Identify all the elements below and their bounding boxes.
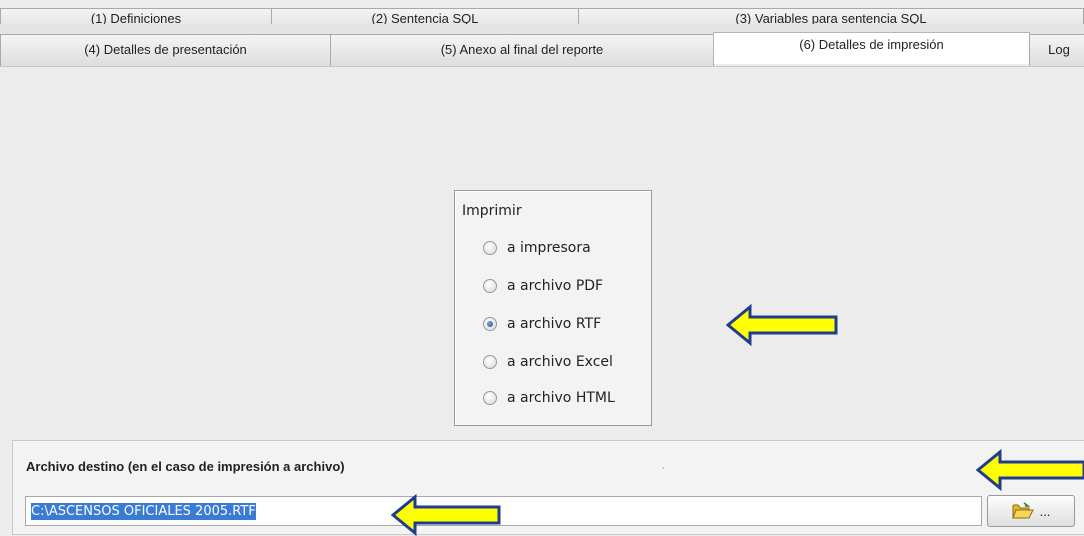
radio-archivo-pdf[interactable]: a archivo PDF [483, 275, 603, 297]
radio-button[interactable] [483, 391, 497, 405]
radio-archivo-rtf[interactable]: a archivo RTF [483, 313, 601, 335]
radio-archivo-excel[interactable]: a archivo Excel [483, 351, 613, 373]
tab-detalles-presentacion[interactable]: (4) Detalles de presentación [0, 34, 331, 66]
radio-button-selected[interactable] [483, 317, 497, 331]
tab-definiciones[interactable]: (1) Definiciones [0, 8, 272, 24]
radio-label: a archivo PDF [507, 278, 604, 294]
tab-label: (6) Detalles de impresión [799, 37, 944, 52]
radio-button[interactable] [483, 355, 497, 369]
tab-label: (2) Sentencia SQL [371, 11, 479, 24]
tab-label: (5) Anexo al final del reporte [440, 42, 604, 57]
tab-detalles-impresion[interactable]: (6) Detalles de impresión [713, 32, 1030, 64]
radio-archivo-html[interactable]: a archivo HTML [483, 387, 615, 409]
radio-button[interactable] [483, 279, 497, 293]
destination-label: Archivo destino (en el caso de impresión… [26, 459, 345, 474]
open-folder-icon [1011, 502, 1034, 519]
tab-label: (1) Definiciones [90, 11, 182, 24]
destination-file-input[interactable]: C:\ASCENSOS OFICIALES 2005.RTF [25, 496, 982, 526]
tab-anexo-final[interactable]: (5) Anexo al final del reporte [330, 34, 714, 66]
arrow-left-icon [391, 494, 501, 536]
radio-label: a archivo Excel [507, 354, 613, 370]
radio-label: a archivo RTF [507, 316, 602, 332]
destination-file-value: C:\ASCENSOS OFICIALES 2005.RTF [31, 502, 256, 520]
tab-log[interactable]: Log [1029, 34, 1084, 66]
tab-variables-sql[interactable]: (3) Variables para sentencia SQL [578, 8, 1084, 24]
tab-sentencia-sql[interactable]: (2) Sentencia SQL [271, 8, 579, 24]
radio-impresora[interactable]: a impresora [483, 237, 591, 259]
artifact-dot [662, 467, 664, 469]
tab-label: Log [1048, 42, 1070, 57]
tab-label: (3) Variables para sentencia SQL [735, 11, 927, 24]
browse-button[interactable]: ... [987, 495, 1075, 527]
arrow-left-icon [976, 449, 1084, 491]
tab-row-top: (1) Definiciones (2) Sentencia SQL (3) V… [0, 8, 1084, 24]
print-options-group: Imprimir a impresora a archivo PDF a arc… [454, 190, 652, 426]
print-group-title: Imprimir [462, 203, 522, 219]
radio-button[interactable] [483, 241, 497, 255]
radio-label: a impresora [507, 240, 591, 256]
browse-label: ... [1039, 503, 1051, 519]
radio-label: a archivo HTML [507, 390, 615, 406]
arrow-left-icon [726, 304, 838, 346]
destination-panel: Archivo destino (en el caso de impresión… [12, 440, 1084, 535]
tab-label: (4) Detalles de presentación [84, 42, 247, 57]
tab-row-bottom: (4) Detalles de presentación (5) Anexo a… [0, 32, 1084, 66]
